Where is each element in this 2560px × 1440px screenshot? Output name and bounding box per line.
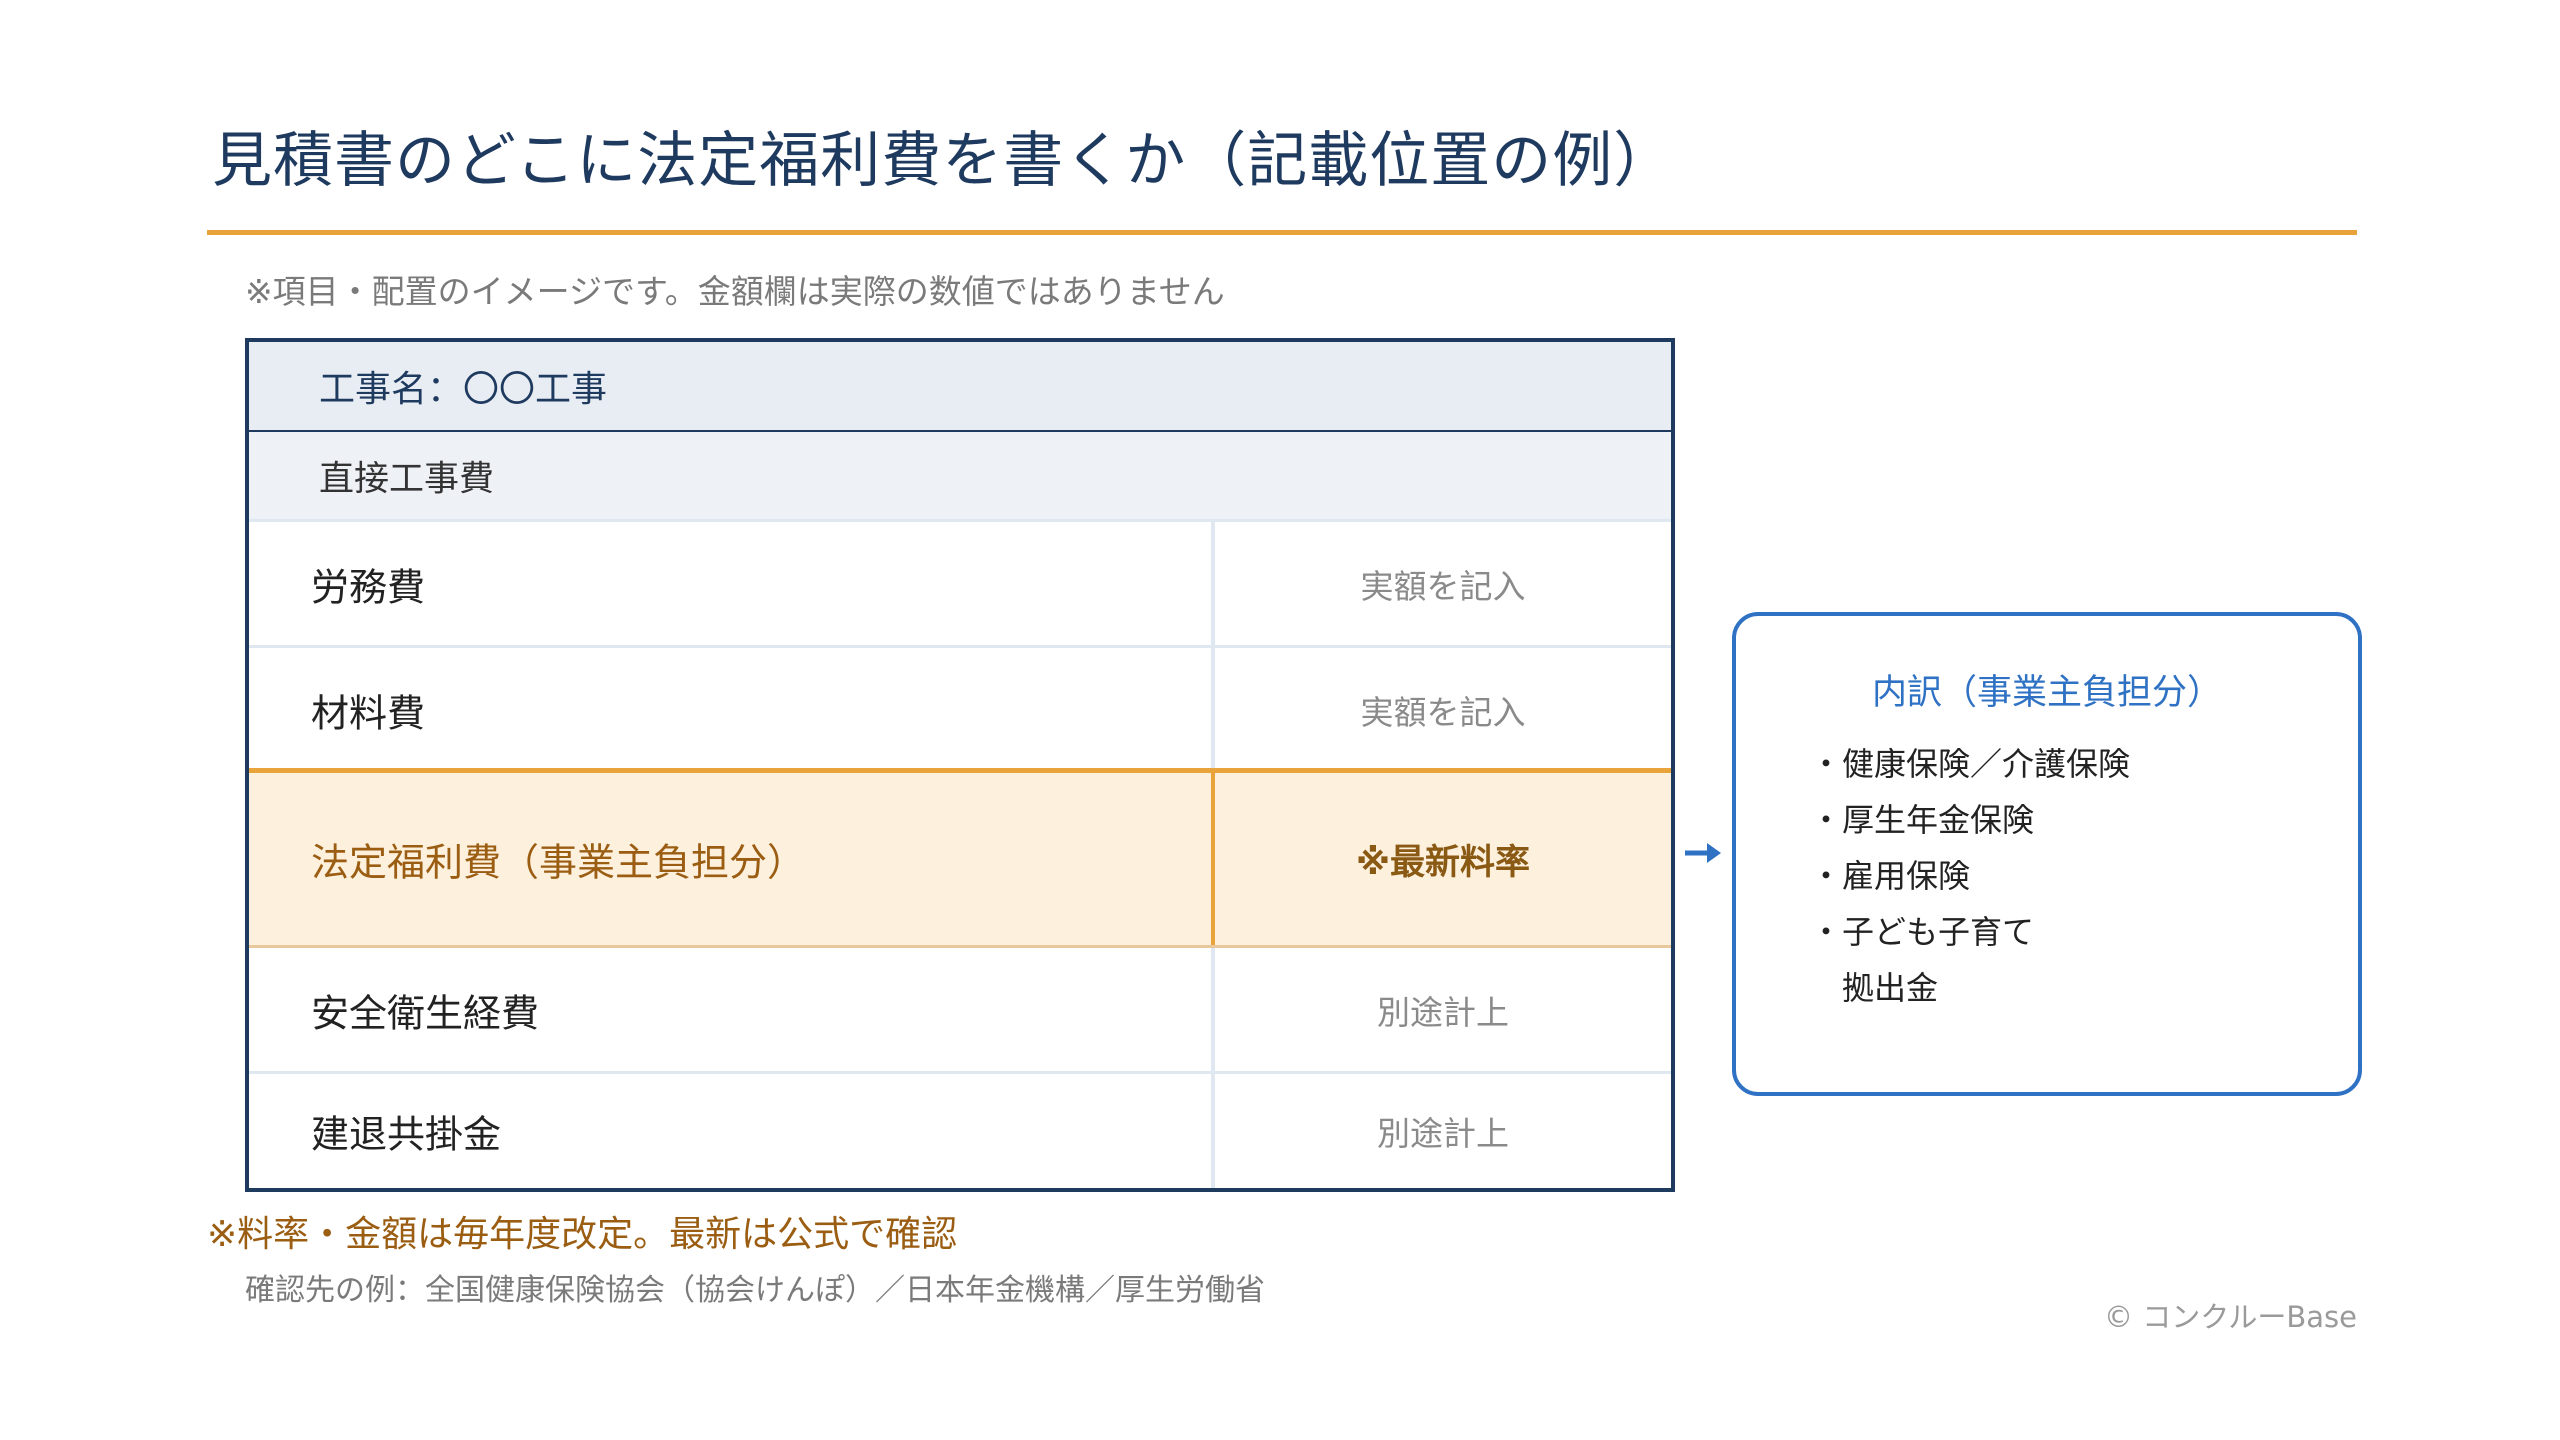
table-row-labor: 労務費 実額を記入 [249,522,1671,648]
list-item: ・雇用保険 [1810,857,1971,895]
title-underline [207,230,2357,235]
breakdown-title: 内訳（事業主負担分） [1871,673,2222,713]
item-value: ※最新料率 [1211,773,1671,945]
image-note: ※項目・配置のイメージです。金額欄は実際の数値ではありません [245,272,1225,311]
item-value: 別途計上 [1211,948,1671,1071]
direct-cost-row: 直接工事費 [249,432,1671,522]
table-row-retirement: 建退共掛金 別途計上 [249,1074,1671,1188]
page-title: 見積書のどこに法定福利費を書くか（記載位置の例） [212,126,1675,196]
project-name-label: 工事名：〇〇工事 [319,369,608,410]
item-value: 実額を記入 [1211,522,1671,645]
item-label: 安全衛生経費 [311,991,540,1035]
list-item: ・厚生年金保険 [1810,801,2035,839]
project-name-row: 工事名：〇〇工事 [249,342,1671,432]
list-item: ・子ども子育て [1810,913,2035,951]
copyright-notice: © コンクルーBase [2104,1300,2357,1334]
table-row-safety: 安全衛生経費 別途計上 [249,948,1671,1074]
rate-footnote: ※料率・金額は毎年度改定。最新は公式で確認 [207,1214,958,1255]
list-item: 拠出金 [1810,969,1939,1007]
estimate-table: 工事名：〇〇工事 直接工事費 労務費 実額を記入 材料費 実額を記入 法定福利費… [245,338,1675,1192]
item-label: 建退共掛金 [311,1112,502,1157]
item-label: 材料費 [311,691,426,735]
direct-cost-label: 直接工事費 [319,459,495,499]
reference-footnote: 確認先の例：全国健康保険協会（協会けんぽ）／日本年金機構／厚生労働省 [245,1273,1265,1308]
item-label: 労務費 [311,565,426,609]
breakdown-list: ・健康保険／介護保険 ・厚生年金保険 ・雇用保険 ・子ども子育て 拠出金 [1810,736,2130,1016]
slide: 見積書のどこに法定福利費を書くか（記載位置の例） ※項目・配置のイメージです。金… [0,0,2560,1440]
item-value: 実額を記入 [1211,648,1671,771]
table-row-material: 材料費 実額を記入 [249,648,1671,774]
breakdown-box: 内訳（事業主負担分） ・健康保険／介護保険 ・厚生年金保険 ・雇用保険 ・子ども… [1732,612,2362,1096]
table-row-welfare-highlight: 法定福利費（事業主負担分） ※最新料率 [249,768,1671,948]
item-label: 法定福利費（事業主負担分） [311,840,806,885]
list-item: ・健康保険／介護保険 [1810,745,2131,783]
item-value: 別途計上 [1211,1074,1671,1188]
arrow-right-icon [1685,843,1721,863]
